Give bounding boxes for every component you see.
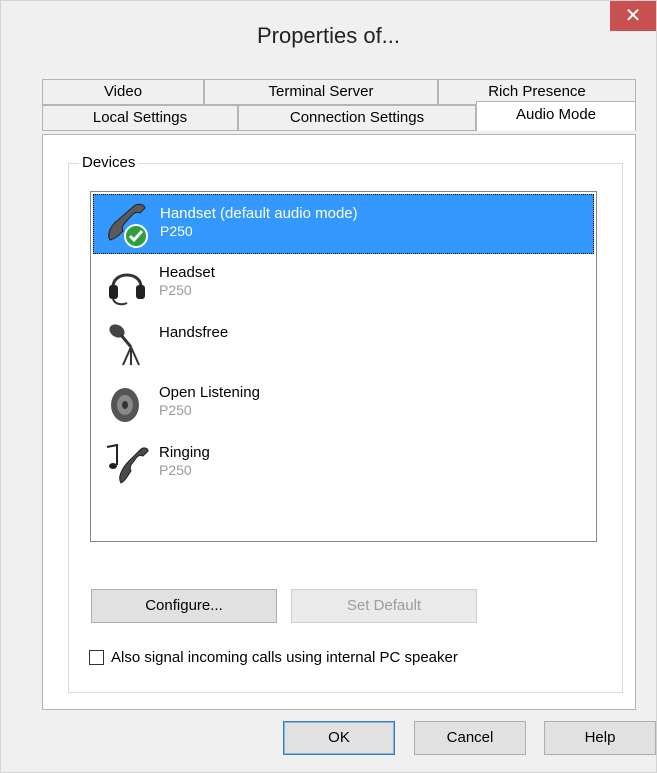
tab-connection-settings[interactable]: Connection Settings: [238, 105, 476, 131]
tab-local-settings[interactable]: Local Settings: [42, 105, 238, 131]
device-model: P250: [159, 282, 192, 298]
title-bar: Properties of... ✕: [1, 1, 656, 77]
tab-audio-mode[interactable]: Audio Mode: [476, 101, 636, 131]
devices-group-label: Devices: [79, 154, 139, 171]
pc-speaker-label[interactable]: Also signal incoming calls using interna…: [111, 649, 458, 666]
microphone-icon: [109, 324, 140, 366]
device-name: Handsfree: [159, 324, 229, 341]
device-name: Ringing: [159, 444, 210, 461]
device-item-handset[interactable]: Handset (default audio mode) P250: [93, 194, 594, 254]
window-title: Properties of...: [256, 23, 401, 48]
device-item-ringing[interactable]: Ringing P250: [93, 434, 594, 494]
ok-button[interactable]: OK: [283, 721, 395, 755]
device-name: Handset (default audio mode): [160, 205, 358, 222]
help-button[interactable]: Help: [544, 721, 656, 755]
tab-video[interactable]: Video: [42, 79, 204, 105]
set-default-button[interactable]: Set Default: [291, 589, 477, 623]
ringing-phone-icon: [106, 443, 149, 484]
headset-icon: [109, 273, 145, 306]
device-model: P250: [160, 223, 193, 239]
device-model: P250: [159, 462, 192, 478]
handset-default-icon: [108, 203, 148, 248]
configure-label: Configure...: [145, 597, 223, 614]
set-default-label: Set Default: [346, 597, 422, 614]
pc-speaker-checkbox[interactable]: [89, 650, 104, 665]
tab-terminal-server[interactable]: Terminal Server: [204, 79, 438, 105]
device-item-open-listening[interactable]: Open Listening P250: [93, 374, 594, 434]
configure-button[interactable]: Configure...: [91, 589, 277, 623]
device-item-handsfree[interactable]: Handsfree: [93, 314, 594, 374]
device-list[interactable]: Handset (default audio mode) P250 Headse…: [90, 191, 597, 542]
close-icon: ✕: [624, 3, 642, 27]
devices-group: Devices Handset (default audio mode) P25…: [68, 154, 623, 693]
device-item-headset[interactable]: Headset P250: [93, 254, 594, 314]
help-label: Help: [584, 729, 616, 746]
cancel-label: Cancel: [446, 729, 494, 746]
properties-dialog: Properties of... ✕ Video Terminal Server…: [0, 0, 657, 773]
ok-label: OK: [328, 729, 350, 746]
device-name: Headset: [159, 264, 215, 281]
device-name: Open Listening: [159, 384, 260, 401]
audio-mode-panel: Devices Handset (default audio mode) P25…: [42, 134, 636, 710]
cancel-button[interactable]: Cancel: [414, 721, 526, 755]
tab-strip: Video Terminal Server Rich Presence Loca…: [42, 79, 636, 134]
speaker-icon: [111, 388, 139, 422]
device-model: P250: [159, 402, 192, 418]
close-button[interactable]: ✕: [610, 1, 656, 31]
